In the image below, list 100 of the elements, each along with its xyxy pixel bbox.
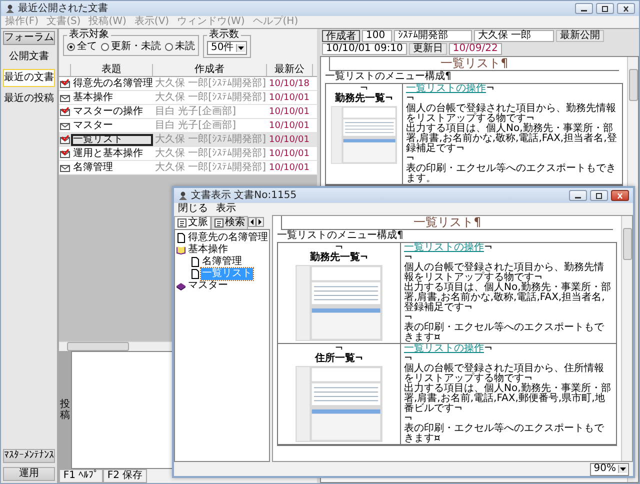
count-dropdown[interactable]: 50件: [207, 41, 247, 55]
maximize-icon: [600, 6, 610, 12]
checked-mail-icon: [60, 107, 70, 116]
title-cell-text: 運用と基本操作: [72, 148, 144, 160]
published-label: 最新公開: [556, 30, 604, 42]
author-cell-text: 大久保 一郎[ｼｽﾃﾑ開発部]: [154, 92, 267, 104]
updated-label: 更新日: [408, 43, 447, 55]
horizontal-scrollbar[interactable]: [59, 341, 173, 351]
group-label: 表示対象: [68, 29, 110, 41]
title-cell-text: 得意先の名簿管理: [72, 78, 153, 90]
minimize-button[interactable]: [575, 3, 593, 14]
nav-button[interactable]: ﾏｽﾀｰﾒﾝﾃﾅﾝｽ: [3, 449, 55, 463]
paragraph-mark: ¬: [334, 344, 344, 354]
forum-button[interactable]: フォーラム: [3, 31, 55, 45]
close-icon: [615, 192, 625, 198]
author-button[interactable]: 作成者: [322, 30, 360, 42]
tree-item[interactable]: マスター: [187, 280, 229, 292]
post-text-area[interactable]: [71, 351, 173, 469]
published-date-field: 10/10/01 09:10: [322, 43, 407, 55]
function-key-button[interactable]: F1 ﾍﾙﾌﾟ: [59, 469, 103, 483]
operation-link[interactable]: 一覧リストの操作: [406, 83, 486, 94]
close-button[interactable]: [611, 190, 629, 201]
operation-link[interactable]: 一覧リストの操作: [404, 242, 484, 253]
date-cell-text: 10/10/01: [268, 106, 310, 118]
menu-item[interactable]: 表示: [216, 203, 236, 215]
checked-mail-icon: [60, 79, 70, 88]
paragraph-mark: ¬: [484, 242, 492, 253]
paragraph-mark: ¬: [486, 83, 494, 94]
paragraph: 出力する項目は、個人No,勤務先・事業所・部署,肩書,お名前かな,敬称,電話,FAX,担当者名,登録補足です¬: [406, 124, 618, 154]
minimize-button[interactable]: [569, 190, 587, 201]
close-icon: [621, 6, 631, 12]
checked-mail-icon: [60, 149, 70, 158]
column-header[interactable]: 表題: [71, 64, 153, 76]
open-book-icon: [176, 245, 186, 255]
paragraph: ¬: [406, 154, 414, 164]
tab-scroll-right-button[interactable]: [256, 217, 264, 227]
date-cell-text: 10/10/01: [268, 92, 310, 104]
paragraph-mark: ¬: [484, 343, 492, 354]
figure-caption: 勤務先一覧¬: [334, 94, 394, 104]
radio-button[interactable]: 未読: [165, 41, 195, 53]
nav-button[interactable]: 運用: [3, 467, 55, 481]
group-label: 表示数: [208, 29, 240, 41]
paragraph: 個人の台帳で登録された項目から、勤務先情報をリストアップする物です¬: [406, 104, 617, 124]
column-header[interactable]: 作成者: [153, 64, 267, 76]
screenshot-drawing: [331, 106, 397, 164]
list-row[interactable]: 名簿管理 大久保 一郎[ｼｽﾃﾑ開発部] 10/10/01: [59, 161, 317, 175]
maximize-button[interactable]: [596, 3, 614, 14]
radio-button[interactable]: 更新・未読: [101, 41, 161, 53]
paragraph: ¬: [404, 354, 412, 364]
left-arrow-icon: [249, 218, 255, 226]
vertical-scrollbar[interactable]: [621, 216, 632, 461]
title-cell-text: 基本操作: [72, 92, 114, 104]
updated-date-field: 10/09/22: [448, 43, 502, 55]
list-row[interactable]: 得意先の名簿管理 大久保 一郎[ｼｽﾃﾑ開発部] 10/10/18: [59, 77, 317, 91]
operation-link[interactable]: 一覧リストの操作: [404, 343, 484, 354]
radio-button[interactable]: 全て: [67, 41, 97, 53]
title-cell-text: マスター: [72, 120, 114, 132]
tree-item[interactable]: 得意先の名簿管理: [187, 232, 269, 244]
nav-item[interactable]: 最近の投稿: [3, 91, 55, 107]
author-cell-text: 大久保 一郎[ｼｽﾃﾑ開発部]: [154, 134, 267, 146]
author-cell-text: 大久保 一郎[ｼｽﾃﾑ開発部]: [154, 162, 267, 174]
column-header[interactable]: 最新公: [267, 64, 313, 76]
close-button[interactable]: [617, 3, 635, 14]
paragraph: 表の印刷・エクセル等へのエクスポートもできます¤: [404, 323, 605, 343]
maximize-button[interactable]: [590, 190, 608, 201]
number-field: 100: [362, 30, 392, 42]
paragraph-mark: ¬: [360, 84, 368, 94]
date-cell-text: 10/10/01: [268, 134, 310, 146]
window-title: 最近公開された文書: [18, 2, 108, 14]
figure-caption: 住所一覧¬: [314, 354, 364, 364]
mail-icon: [60, 121, 70, 130]
tree-item[interactable]: 名簿管理: [201, 256, 243, 268]
zoom-dropdown[interactable]: 90%: [590, 462, 629, 476]
date-cell-text: 10/10/01: [268, 162, 310, 174]
paragraph: 個人の台帳で登録された項目から、住所情報をリストアップする物です¬: [404, 364, 604, 384]
right-arrow-icon: [257, 218, 263, 226]
title-cell-text: 名簿管理: [72, 162, 114, 174]
list-row[interactable]: 運用と基本操作 大久保 一郎[ｼｽﾃﾑ開発部] 10/10/01: [59, 147, 317, 161]
date-cell-text: 10/10/01: [268, 120, 310, 132]
author-cell-text: 大久保 一郎[ｼｽﾃﾑ開発部]: [154, 148, 267, 160]
figure-caption: 勤務先一覧¬: [310, 253, 368, 263]
document-title: 一覧リスト¶: [281, 216, 613, 230]
list-row[interactable]: 基本操作 大久保 一郎[ｼｽﾃﾑ開発部] 10/10/01: [59, 91, 317, 105]
tab[interactable]: 検索: [211, 216, 248, 228]
tab[interactable]: 文脈: [174, 216, 211, 228]
function-key-button[interactable]: F2 保存: [103, 469, 147, 483]
nav-item[interactable]: 最近の文書: [3, 69, 55, 87]
tab-scroll-left-button[interactable]: [248, 217, 256, 227]
paragraph: 出力する項目は、個人No,勤務先・事業所・部署,肩書,お名前かな,敬称,電話,FAX,担当者名,登録補足です¬: [404, 283, 612, 313]
nav-item[interactable]: 公開文書: [3, 49, 55, 65]
paragraph: 表の印刷・エクセル等へのエクスポートもできます。: [406, 164, 617, 184]
list-row[interactable]: マスターの操作 目白 光子[企画部] 10/10/01: [59, 105, 317, 119]
list-row[interactable]: マスター 目白 光子[企画部] 10/10/01: [59, 119, 317, 133]
menu-item[interactable]: 閉じる: [178, 203, 208, 215]
author-name-field: 大久保 一郎: [474, 30, 554, 42]
checked-mail-icon: [60, 135, 70, 144]
paragraph: 表の印刷・エクセル等へのエクスポートもできます¤: [404, 424, 605, 444]
tree-item[interactable]: 基本操作: [187, 244, 229, 256]
maximize-icon: [594, 192, 604, 198]
paragraph-mark: ¬: [334, 243, 344, 253]
